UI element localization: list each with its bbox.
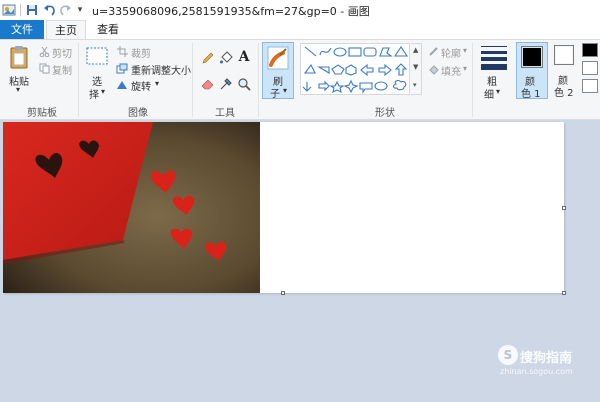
tools-group-label: 工具 — [215, 108, 235, 119]
paste-icon[interactable] — [8, 44, 30, 70]
crop-icon — [116, 45, 128, 57]
palette-color-black[interactable] — [582, 43, 598, 57]
paint-app-icon[interactable] — [2, 3, 16, 17]
select-label-2[interactable]: 择 — [89, 86, 99, 101]
save-icon[interactable] — [25, 3, 39, 17]
size-dropdown-icon[interactable]: ▾ — [496, 87, 500, 96]
ribbon: 粘贴 ▾ 剪切 复制 剪贴板 选 择 ▾ 裁剪 重新调整大小 旋转 ▾ 图像 A — [0, 39, 600, 120]
color1-button[interactable]: 颜 色 1 — [516, 42, 548, 100]
brushes-button[interactable]: 刷 子 ▾ — [262, 42, 294, 100]
undo-icon[interactable] — [42, 3, 56, 17]
color-picker-icon[interactable] — [218, 76, 234, 92]
outline-button[interactable]: 轮廓 — [441, 45, 461, 60]
hearts-paper-image — [3, 122, 260, 293]
color1-label-2: 色 1 — [521, 89, 541, 100]
drawing-canvas[interactable] — [3, 122, 564, 293]
tab-view[interactable]: 查看 — [88, 20, 128, 39]
window-title: u=3359068096,2581591935&fm=27&gp=0 - 画图 — [92, 5, 370, 18]
tab-file[interactable]: 文件 — [0, 20, 44, 39]
palette-color-white[interactable] — [582, 61, 598, 75]
rotate-button[interactable]: 旋转 — [131, 78, 151, 93]
palette-color-empty[interactable] — [582, 79, 598, 93]
cut-button[interactable]: 剪切 — [52, 45, 72, 60]
group-divider — [472, 43, 473, 117]
color2-label-2: 色 2 — [554, 88, 574, 99]
tab-home[interactable]: 主页 — [46, 20, 86, 39]
color1-swatch — [521, 46, 543, 68]
resize-handle-corner[interactable] — [562, 291, 566, 295]
shapes-scroll-up-icon[interactable]: ▲ — [413, 46, 418, 54]
size-label-2[interactable]: 细 — [484, 86, 494, 101]
rotate-dropdown-icon[interactable]: ▾ — [155, 79, 159, 88]
watermark-text: 搜狗指南 — [520, 351, 573, 366]
pencil-icon[interactable] — [200, 50, 216, 66]
text-tool-icon[interactable]: A — [236, 48, 252, 66]
image-group-label: 图像 — [128, 108, 148, 119]
color2-swatch — [554, 45, 574, 65]
outline-icon — [427, 45, 439, 57]
color2-button[interactable]: 颜 色 2 — [551, 42, 579, 99]
brushes-dropdown-icon: ▾ — [283, 86, 288, 95]
shapes-gallery[interactable] — [300, 43, 410, 95]
pasted-photo[interactable] — [3, 122, 260, 293]
title-bar: ▾ u=3359068096,2581591935&fm=27&gp=0 - 画… — [0, 0, 600, 20]
shapes-scroll[interactable]: ▲ ▼ ▾ — [411, 43, 422, 95]
clipboard-group-label: 剪贴板 — [27, 108, 57, 119]
brushes-label-2: 子 — [270, 89, 280, 100]
copy-icon — [38, 62, 50, 74]
group-divider — [78, 43, 79, 117]
select-icon[interactable] — [86, 46, 108, 66]
sogou-logo-icon: S — [498, 345, 518, 365]
customize-quick-access-icon[interactable]: ▾ — [73, 3, 87, 17]
rotate-icon — [116, 78, 128, 90]
magnifier-icon[interactable] — [236, 76, 252, 92]
shapes-expand-icon[interactable]: ▾ — [413, 81, 417, 89]
shapes-scroll-down-icon[interactable]: ▼ — [413, 63, 418, 71]
fill-button[interactable]: 填充 — [441, 63, 461, 78]
fill-dropdown-icon[interactable]: ▾ — [463, 64, 467, 73]
paste-dropdown-icon[interactable]: ▾ — [16, 85, 20, 94]
shapes-group-label: 形状 — [375, 108, 395, 119]
copy-button[interactable]: 复制 — [52, 62, 72, 77]
group-divider — [192, 43, 193, 117]
group-divider — [258, 43, 259, 117]
fill-bucket-icon[interactable] — [218, 50, 234, 66]
ribbon-tab-bar: 文件 主页 查看 — [0, 20, 600, 39]
scissors-icon — [38, 45, 50, 57]
resize-icon — [116, 62, 128, 74]
fill-icon — [427, 63, 439, 75]
resize-button[interactable]: 重新调整大小 — [131, 62, 191, 77]
select-dropdown-icon[interactable]: ▾ — [101, 87, 105, 96]
eraser-icon[interactable] — [200, 76, 216, 92]
resize-handle-bottom[interactable] — [281, 291, 285, 295]
crop-button[interactable]: 裁剪 — [131, 45, 151, 60]
redo-icon[interactable] — [58, 3, 72, 17]
watermark-url: zhinan.sogou.com — [500, 367, 573, 376]
title-separator — [20, 4, 21, 16]
brush-icon — [266, 45, 290, 71]
outline-dropdown-icon[interactable]: ▾ — [463, 46, 467, 55]
resize-handle-right[interactable] — [562, 206, 566, 210]
size-icon[interactable] — [479, 44, 509, 70]
shapes-gallery-icons[interactable] — [301, 44, 411, 96]
